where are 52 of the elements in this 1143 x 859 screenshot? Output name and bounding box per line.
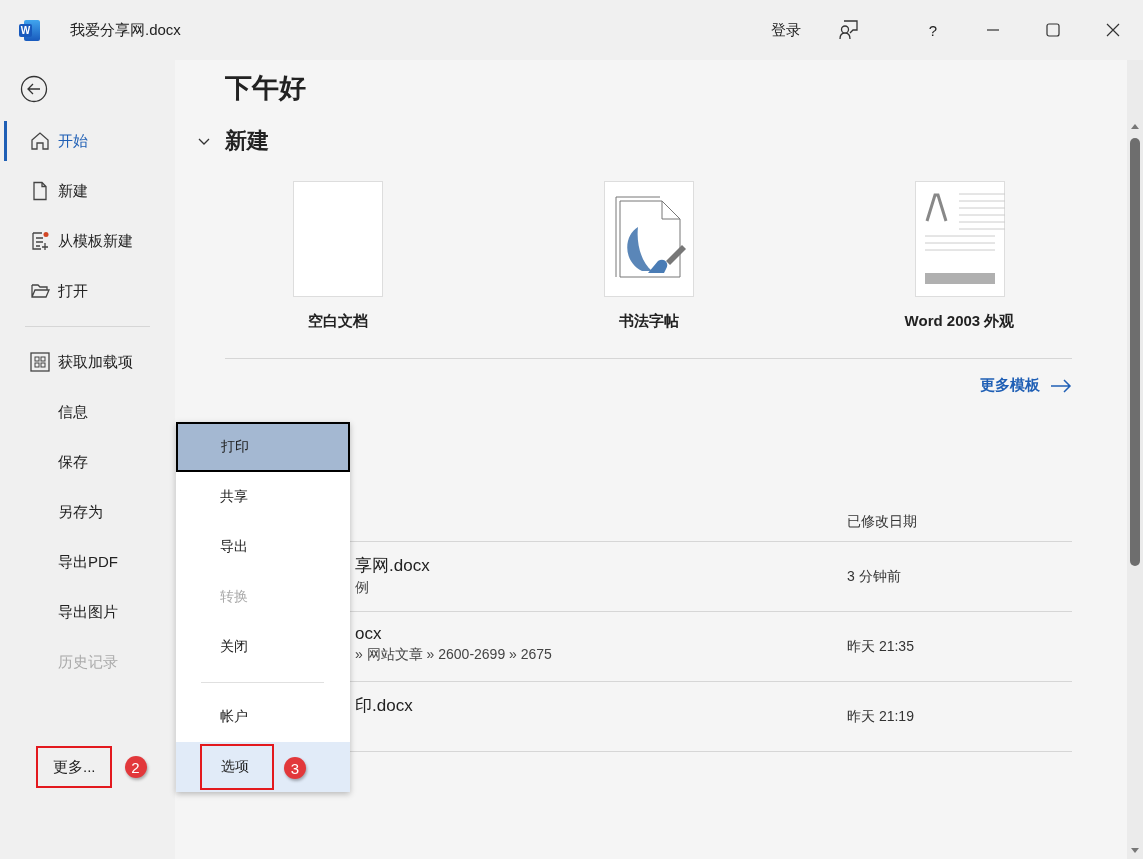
template-label: Word 2003 外观	[904, 312, 1015, 331]
template-label: 空白文档	[307, 312, 368, 331]
sidebar-item[interactable]: 新建	[4, 166, 175, 216]
file-name[interactable]: 印.docx	[355, 694, 847, 717]
step-badge: 3	[284, 757, 306, 779]
sidebar-item[interactable]: 另存为	[4, 487, 175, 537]
sidebar-item[interactable]: 导出PDF	[4, 537, 175, 587]
file-name[interactable]: ocx	[355, 624, 847, 644]
document-title: 我爱分享网.docx	[70, 20, 181, 40]
add-ins-icon	[30, 352, 50, 372]
menu-item[interactable]: 打印	[176, 422, 350, 472]
sidebar-item[interactable]: 导出图片	[4, 587, 175, 637]
greeting-heading: 下午好	[225, 72, 307, 105]
scrollbar-thumb[interactable]	[1130, 138, 1140, 566]
classic-document-thumbnail[interactable]	[914, 181, 1005, 297]
document-icon	[30, 181, 50, 201]
feedback-icon[interactable]	[836, 19, 859, 41]
more-templates-link[interactable]: 更多模板	[980, 376, 1040, 395]
menu-item[interactable]: 共享	[176, 472, 350, 522]
help-button[interactable]: ?	[928, 21, 937, 39]
blank-document-thumbnail[interactable]	[292, 181, 383, 297]
section-title: 新建	[225, 127, 269, 155]
template-label: 书法字帖	[618, 312, 679, 331]
menu-item[interactable]: 帐户	[176, 692, 350, 742]
more-item[interactable]: 更多...	[36, 746, 112, 788]
menu-item[interactable]: 关闭	[176, 622, 350, 672]
close-icon[interactable]	[1106, 23, 1120, 37]
menu-item[interactable]: 选项	[200, 744, 274, 790]
calligraphy-thumbnail[interactable]	[603, 181, 694, 297]
modified-date: 昨天 21:19	[847, 707, 914, 726]
maximize-icon[interactable]	[1046, 23, 1060, 37]
sidebar-item[interactable]: 从模板新建	[4, 216, 175, 266]
folder-icon	[30, 281, 50, 301]
sidebar-item[interactable]: 获取加载项	[4, 337, 175, 387]
modified-date: 3 分钟前	[847, 567, 901, 586]
menu-item[interactable]: 导出	[176, 522, 350, 572]
column-header[interactable]: 已修改日期	[847, 513, 917, 531]
sign-in-button[interactable]: 登录	[770, 20, 801, 40]
arrow-right-icon[interactable]	[1050, 378, 1072, 393]
step-badge: 2	[124, 756, 147, 778]
scroll-down-icon[interactable]	[1130, 847, 1140, 855]
template-icon	[30, 231, 50, 251]
sidebar-item[interactable]: 打开	[4, 266, 175, 316]
sidebar-item[interactable]: 信息	[4, 387, 175, 437]
back-icon[interactable]	[20, 75, 48, 103]
scroll-up-icon[interactable]	[1130, 122, 1140, 130]
file-path: 例	[355, 579, 370, 597]
modified-date: 昨天 21:35	[847, 637, 914, 656]
file-path: » 网站文章 » 2600-2699 » 2675	[355, 646, 553, 664]
sidebar-item[interactable]: 保存	[4, 437, 175, 487]
file-name[interactable]: 享网.docx	[355, 554, 847, 577]
home-icon	[30, 131, 50, 151]
